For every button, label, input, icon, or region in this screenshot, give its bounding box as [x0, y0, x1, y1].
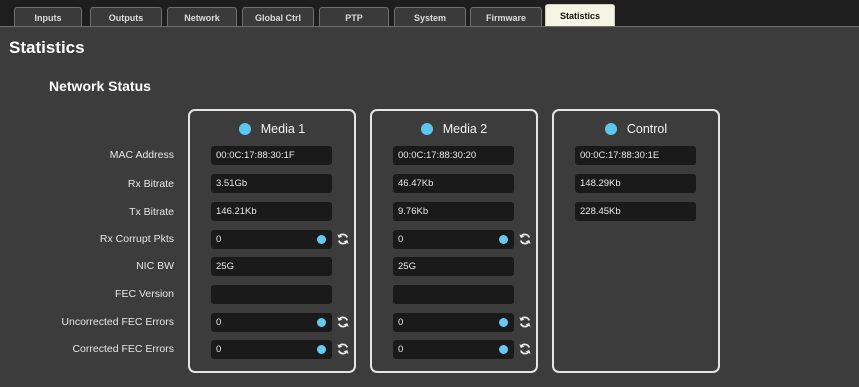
label-tx-bitrate: Tx Bitrate — [129, 206, 174, 218]
nic-bw-field: 25G — [211, 257, 332, 276]
label-rx-bitrate: Rx Bitrate — [127, 178, 174, 190]
indicator-dot-icon — [499, 345, 508, 354]
mac-address-field: 00:0C:17:88:30:20 — [393, 146, 514, 165]
panel-control: Control 00:0C:17:88:30:1E 148.29Kb 228.4… — [552, 109, 720, 373]
label-mac-address: MAC Address — [109, 149, 174, 161]
rx-bitrate-field: 3.51Gb — [211, 174, 332, 193]
indicator-dot-icon — [317, 318, 326, 327]
rx-corrupt-pkts-field: 0 — [393, 230, 514, 249]
indicator-dot-icon — [499, 235, 508, 244]
tx-bitrate-field: 146.21Kb — [211, 202, 332, 221]
tx-bitrate-field: 9.76Kb — [393, 202, 514, 221]
refresh-icon[interactable] — [336, 315, 350, 329]
panel-media-2: Media 2 00:0C:17:88:30:20 46.47Kb 9.76Kb… — [370, 109, 538, 373]
fec-version-field — [393, 285, 514, 304]
panel-header: Control — [554, 122, 718, 136]
tab-firmware[interactable]: Firmware — [470, 7, 542, 27]
mac-address-field: 00:0C:17:88:30:1E — [575, 146, 696, 165]
corrected-fec-errors-field: 0 — [393, 340, 514, 359]
uncorrected-fec-errors-value: 0 — [398, 317, 404, 328]
label-corrected-fec-errors: Corrected FEC Errors — [72, 343, 174, 355]
rx-corrupt-pkts-value: 0 — [398, 234, 404, 245]
panel-title: Media 1 — [260, 122, 306, 136]
refresh-icon[interactable] — [518, 342, 532, 356]
label-uncorrected-fec-errors: Uncorrected FEC Errors — [61, 316, 174, 328]
indicator-dot-icon — [317, 345, 326, 354]
refresh-icon[interactable] — [518, 315, 532, 329]
tab-inputs[interactable]: Inputs — [14, 7, 82, 27]
uncorrected-fec-errors-field: 0 — [393, 313, 514, 332]
uncorrected-fec-errors-field: 0 — [211, 313, 332, 332]
uncorrected-fec-errors-value: 0 — [216, 317, 222, 328]
corrected-fec-errors-value: 0 — [398, 344, 404, 355]
mac-address-field: 00:0C:17:88:30:1F — [211, 146, 332, 165]
refresh-icon[interactable] — [336, 342, 350, 356]
refresh-icon[interactable] — [336, 232, 350, 246]
rx-bitrate-field: 148.29Kb — [575, 174, 696, 193]
label-fec-version: FEC Version — [115, 288, 174, 300]
panel-title: Control — [626, 122, 668, 136]
panel-title: Media 2 — [442, 122, 488, 136]
tab-global-ctrl[interactable]: Global Ctrl — [242, 7, 314, 27]
indicator-dot-icon — [317, 235, 326, 244]
tab-divider — [0, 26, 859, 27]
section-title: Network Status — [49, 78, 151, 94]
indicator-dot-icon — [499, 318, 508, 327]
status-led-icon — [420, 123, 433, 135]
corrected-fec-errors-value: 0 — [216, 344, 222, 355]
corrected-fec-errors-field: 0 — [211, 340, 332, 359]
tab-ptp[interactable]: PTP — [319, 7, 389, 27]
refresh-icon[interactable] — [518, 232, 532, 246]
tab-bar: Inputs Outputs Network Global Ctrl PTP S… — [0, 0, 859, 27]
status-led-icon — [604, 123, 617, 135]
tab-statistics[interactable]: Statistics — [545, 4, 615, 27]
fec-version-field — [211, 285, 332, 304]
tab-network[interactable]: Network — [167, 7, 237, 27]
panel-header: Media 2 — [372, 122, 536, 136]
rx-corrupt-pkts-value: 0 — [216, 234, 222, 245]
rx-corrupt-pkts-field: 0 — [211, 230, 332, 249]
page-title: Statistics — [9, 38, 85, 57]
label-nic-bw: NIC BW — [136, 260, 174, 272]
tx-bitrate-field: 228.45Kb — [575, 202, 696, 221]
tab-outputs[interactable]: Outputs — [90, 7, 162, 27]
nic-bw-field: 25G — [393, 257, 514, 276]
label-rx-corrupt-pkts: Rx Corrupt Pkts — [99, 233, 174, 245]
panel-header: Media 1 — [190, 122, 354, 136]
rx-bitrate-field: 46.47Kb — [393, 174, 514, 193]
tab-system[interactable]: System — [394, 7, 466, 27]
status-led-icon — [238, 123, 251, 135]
panel-media-1: Media 1 00:0C:17:88:30:1F 3.51Gb 146.21K… — [188, 109, 356, 373]
